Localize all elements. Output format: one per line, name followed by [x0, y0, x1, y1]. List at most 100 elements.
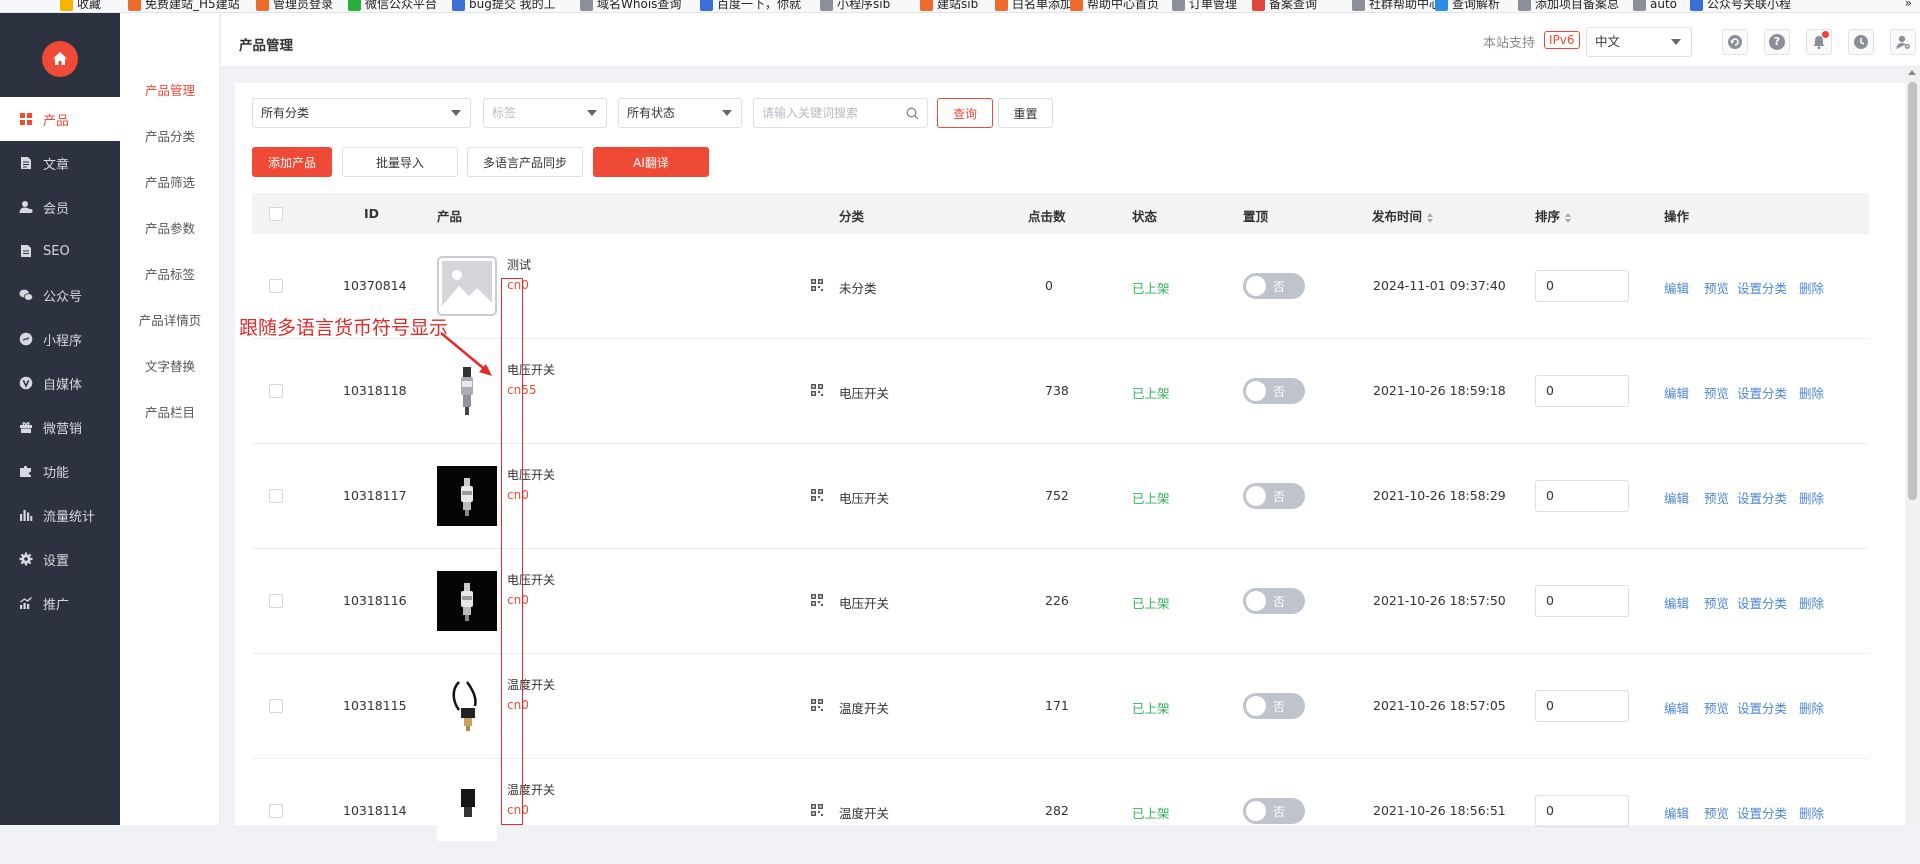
set-category-link[interactable]: 设置分类 [1737, 803, 1787, 822]
qrcode-icon[interactable] [811, 804, 823, 816]
delete-link[interactable]: 删除 [1799, 593, 1824, 612]
nav-item-v[interactable]: 自媒体 [0, 361, 120, 405]
top-toggle[interactable]: 否 [1243, 588, 1305, 614]
row-checkbox[interactable] [269, 594, 283, 608]
edit-link[interactable]: 编辑 [1664, 698, 1689, 717]
query-button[interactable]: 查询 [937, 98, 993, 128]
preview-link[interactable]: 预览 [1704, 803, 1729, 822]
add-product-button[interactable]: 添加产品 [252, 147, 332, 177]
product-image[interactable] [437, 781, 497, 841]
delete-link[interactable]: 删除 [1799, 278, 1824, 297]
submenu-item[interactable]: 产品管理 [120, 80, 220, 99]
sort-order-input[interactable]: 0 [1535, 480, 1629, 512]
nav-item-bar-chart[interactable]: 流量统计 [0, 493, 120, 537]
nav-item-gift[interactable]: 微营销 [0, 405, 120, 449]
bookmark-item[interactable]: 域名Whois查询 [580, 0, 681, 11]
bookmark-item[interactable]: 百度一下，你就 [700, 0, 801, 11]
top-toggle[interactable]: 否 [1243, 378, 1305, 404]
edit-link[interactable]: 编辑 [1664, 593, 1689, 612]
refresh-button[interactable] [1722, 29, 1748, 55]
edit-link[interactable]: 编辑 [1664, 488, 1689, 507]
submenu-item[interactable]: 产品栏目 [120, 402, 220, 421]
sort-order-input[interactable]: 0 [1535, 585, 1629, 617]
preview-link[interactable]: 预览 [1704, 278, 1729, 297]
bookmark-item[interactable]: 微信公众平台 [348, 0, 437, 11]
qrcode-icon[interactable] [811, 384, 823, 396]
qrcode-icon[interactable] [811, 489, 823, 501]
delete-link[interactable]: 删除 [1799, 383, 1824, 402]
bookmark-item[interactable]: bug提交 我的工 [452, 0, 556, 11]
product-image[interactable] [437, 466, 497, 526]
tag-filter[interactable]: 标签 [483, 98, 607, 128]
account-button[interactable] [1890, 29, 1916, 55]
row-checkbox[interactable] [269, 279, 283, 293]
nav-item-user[interactable]: 会员 [0, 185, 120, 229]
help-button[interactable]: ? [1764, 29, 1790, 55]
category-filter[interactable]: 所有分类 [252, 98, 471, 128]
preview-link[interactable]: 预览 [1704, 488, 1729, 507]
notifications-button[interactable] [1806, 29, 1832, 55]
row-checkbox[interactable] [269, 384, 283, 398]
bookmark-item[interactable]: 小程序sib [820, 0, 890, 11]
sort-order-input[interactable]: 0 [1535, 795, 1629, 827]
bookmark-item[interactable]: 社群帮助中心 [1352, 0, 1441, 11]
ai-translate-button[interactable]: AI翻译 [593, 147, 709, 177]
edit-link[interactable]: 编辑 [1664, 803, 1689, 822]
bookmark-item[interactable]: auto [1633, 0, 1677, 11]
bookmark-item[interactable]: 添加项目备案总 [1518, 0, 1619, 11]
top-toggle[interactable]: 否 [1243, 483, 1305, 509]
edit-link[interactable]: 编辑 [1664, 278, 1689, 297]
submenu-item[interactable]: 产品分类 [120, 126, 220, 145]
bookmark-item[interactable]: 订单管理 [1172, 0, 1237, 11]
submenu-item[interactable]: 文字替换 [120, 356, 220, 375]
edit-link[interactable]: 编辑 [1664, 383, 1689, 402]
bookmark-item[interactable]: 公众号关联小程 [1690, 0, 1791, 11]
qrcode-icon[interactable] [811, 594, 823, 606]
product-image[interactable] [437, 361, 497, 421]
nav-item-miniprogram[interactable]: 小程序 [0, 317, 120, 361]
set-category-link[interactable]: 设置分类 [1737, 383, 1787, 402]
multilang-sync-button[interactable]: 多语言产品同步 [467, 147, 583, 177]
bookmark-item[interactable]: 帮助中心首页 [1070, 0, 1159, 11]
top-toggle[interactable]: 否 [1243, 798, 1305, 824]
set-category-link[interactable]: 设置分类 [1737, 278, 1787, 297]
submenu-item[interactable]: 产品筛选 [120, 172, 220, 191]
nav-item-wechat[interactable]: 公众号 [0, 273, 120, 317]
bookmark-item[interactable]: 白名单添加 [995, 0, 1072, 11]
nav-item-trend[interactable]: 推广 [0, 581, 120, 625]
bookmark-item[interactable]: 收藏 [60, 0, 101, 11]
submenu-item[interactable]: 产品详情页 [120, 310, 220, 329]
batch-import-button[interactable]: 批量导入 [342, 147, 458, 177]
bookmark-item[interactable]: 管理员登录 [256, 0, 333, 11]
search-input[interactable]: 请输入关键词搜索 [753, 98, 928, 128]
history-button[interactable] [1848, 29, 1874, 55]
status-filter[interactable]: 所有状态 [618, 98, 742, 128]
preview-link[interactable]: 预览 [1704, 383, 1729, 402]
set-category-link[interactable]: 设置分类 [1737, 698, 1787, 717]
row-checkbox[interactable] [269, 804, 283, 818]
nav-item-grid[interactable]: 产品 [0, 97, 120, 141]
bookmark-item[interactable]: 建站sib [920, 0, 978, 11]
row-checkbox[interactable] [269, 489, 283, 503]
set-category-link[interactable]: 设置分类 [1737, 593, 1787, 612]
product-name[interactable]: 测试 [507, 256, 531, 273]
nav-item-document[interactable]: 文章 [0, 141, 120, 185]
home-icon[interactable] [42, 41, 78, 77]
select-all-checkbox[interactable] [269, 207, 283, 221]
bookmark-item[interactable]: 查询解析 [1435, 0, 1500, 11]
product-image[interactable] [437, 256, 497, 316]
language-select[interactable]: 中文 [1586, 27, 1692, 57]
sort-order-input[interactable]: 0 [1535, 690, 1629, 722]
preview-link[interactable]: 预览 [1704, 698, 1729, 717]
product-image[interactable] [437, 676, 497, 736]
sort-order-input[interactable]: 0 [1535, 375, 1629, 407]
delete-link[interactable]: 删除 [1799, 488, 1824, 507]
sort-order-input[interactable]: 0 [1535, 270, 1629, 302]
scrollbar-thumb[interactable] [1908, 82, 1917, 500]
qrcode-icon[interactable] [811, 279, 823, 291]
column-sort[interactable]: 排序 [1535, 206, 1572, 225]
submenu-item[interactable]: 产品标签 [120, 264, 220, 283]
bookmark-item[interactable]: 免费建站_H5建站 [128, 0, 240, 11]
top-toggle[interactable]: 否 [1243, 693, 1305, 719]
nav-item-seo[interactable]: SEO [0, 229, 120, 273]
